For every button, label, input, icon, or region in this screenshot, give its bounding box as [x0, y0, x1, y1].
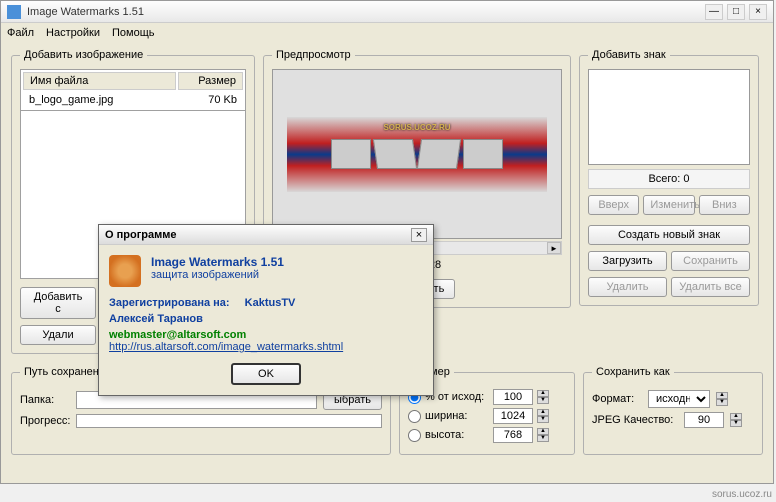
delete-all-marks-button[interactable]: Удалить все	[671, 277, 750, 297]
keyboard-graphic	[331, 139, 371, 169]
close-button[interactable]: ×	[749, 4, 767, 20]
about-close-button[interactable]: ×	[411, 228, 427, 242]
height-spinner[interactable]: ▲▼	[537, 428, 549, 442]
about-dialog: О программе × Image Watermarks 1.51 защи…	[98, 224, 434, 396]
preview-banner-text: SORUS.UCOZ.RU	[383, 123, 450, 132]
about-author: Алексей Таранов	[109, 313, 423, 325]
format-spinner[interactable]: ▲▼	[716, 392, 728, 406]
add-mark-legend: Добавить знак	[588, 49, 670, 61]
about-titlebar: О программе ×	[99, 225, 433, 245]
keyboard-graphic	[373, 139, 417, 169]
progress-label: Прогресс:	[20, 415, 70, 427]
keyboard-graphic	[463, 139, 503, 169]
menubar: Файл Настройки Помощь	[1, 23, 773, 43]
mark-edit-button[interactable]: Изменить	[643, 195, 694, 215]
mark-total: Всего: 0	[588, 169, 750, 189]
save-as-legend: Сохранить как	[592, 366, 674, 378]
cell-filesize: 70 Kb	[178, 92, 243, 108]
preview-legend: Предпросмотр	[272, 49, 355, 61]
page-watermark: sorus.ucoz.ru	[712, 489, 772, 500]
titlebar: Image Watermarks 1.51 — □ ×	[1, 1, 773, 23]
size-width-radio[interactable]	[408, 410, 421, 423]
file-table[interactable]: Имя файла Размер b_logo_game.jpg 70 Kb	[20, 69, 246, 111]
size-pct-input[interactable]	[493, 389, 533, 405]
about-link[interactable]: http://rus.altarsoft.com/image_watermark…	[109, 341, 343, 353]
create-mark-button[interactable]: Создать новый знак	[588, 225, 750, 245]
add-mark-group: Добавить знак Всего: 0 Вверх Изменить Вн…	[579, 49, 759, 306]
save-mark-button[interactable]: Сохранить	[671, 251, 750, 271]
quality-input[interactable]	[684, 412, 724, 428]
add-image-legend: Добавить изображение	[20, 49, 147, 61]
size-width-input[interactable]	[493, 408, 533, 424]
format-select[interactable]: исходн	[648, 390, 710, 408]
size-height-input[interactable]	[493, 427, 533, 443]
col-filename[interactable]: Имя файла	[23, 72, 176, 90]
delete-mark-button[interactable]: Удалить	[588, 277, 667, 297]
size-width-label: ширина:	[425, 410, 489, 422]
preview-box: SORUS.UCOZ.RU	[272, 69, 562, 239]
load-mark-button[interactable]: Загрузить	[588, 251, 667, 271]
maximize-button[interactable]: □	[727, 4, 745, 20]
format-label: Формат:	[592, 393, 642, 405]
about-ok-button[interactable]: OK	[231, 363, 301, 385]
save-as-group: Сохранить как Формат: исходн ▲▼ JPEG Кач…	[583, 366, 763, 455]
mark-down-button[interactable]: Вниз	[699, 195, 750, 215]
menu-help[interactable]: Помощь	[112, 27, 155, 39]
quality-spinner[interactable]: ▲▼	[730, 413, 742, 427]
save-path-legend: Путь сохранен	[20, 366, 103, 378]
size-height-label: высота:	[425, 429, 489, 441]
about-reg-label: Зарегистрирована на:	[109, 297, 230, 309]
folder-label: Папка:	[20, 394, 70, 406]
menu-file[interactable]: Файл	[7, 27, 34, 39]
about-subtitle: защита изображений	[151, 269, 284, 281]
app-icon	[7, 5, 21, 19]
about-title: О программе	[105, 229, 411, 241]
add-image-button[interactable]: Добавить с	[20, 287, 96, 319]
keyboard-graphic	[417, 139, 461, 169]
col-filesize[interactable]: Размер	[178, 72, 243, 90]
width-spinner[interactable]: ▲▼	[537, 409, 549, 423]
scroll-right-icon[interactable]: ►	[547, 242, 561, 254]
cell-filename: b_logo_game.jpg	[23, 92, 176, 108]
size-pct-label: % от исход:	[425, 391, 489, 403]
progress-bar	[76, 414, 382, 428]
size-height-radio[interactable]	[408, 429, 421, 442]
about-email[interactable]: webmaster@altarsoft.com	[109, 329, 423, 341]
about-reg-value: KaktusTV	[245, 297, 296, 309]
table-row[interactable]: b_logo_game.jpg 70 Kb	[23, 92, 243, 108]
delete-image-button[interactable]: Удали	[20, 325, 96, 345]
preview-image: SORUS.UCOZ.RU	[287, 117, 547, 192]
quality-label: JPEG Качество:	[592, 414, 678, 426]
paw-icon	[109, 255, 141, 287]
mark-up-button[interactable]: Вверх	[588, 195, 639, 215]
window-title: Image Watermarks 1.51	[27, 6, 705, 18]
minimize-button[interactable]: —	[705, 4, 723, 20]
menu-settings[interactable]: Настройки	[46, 27, 100, 39]
pct-spinner[interactable]: ▲▼	[537, 390, 549, 404]
mark-preview	[588, 69, 750, 165]
about-app-name: Image Watermarks 1.51	[151, 255, 284, 269]
